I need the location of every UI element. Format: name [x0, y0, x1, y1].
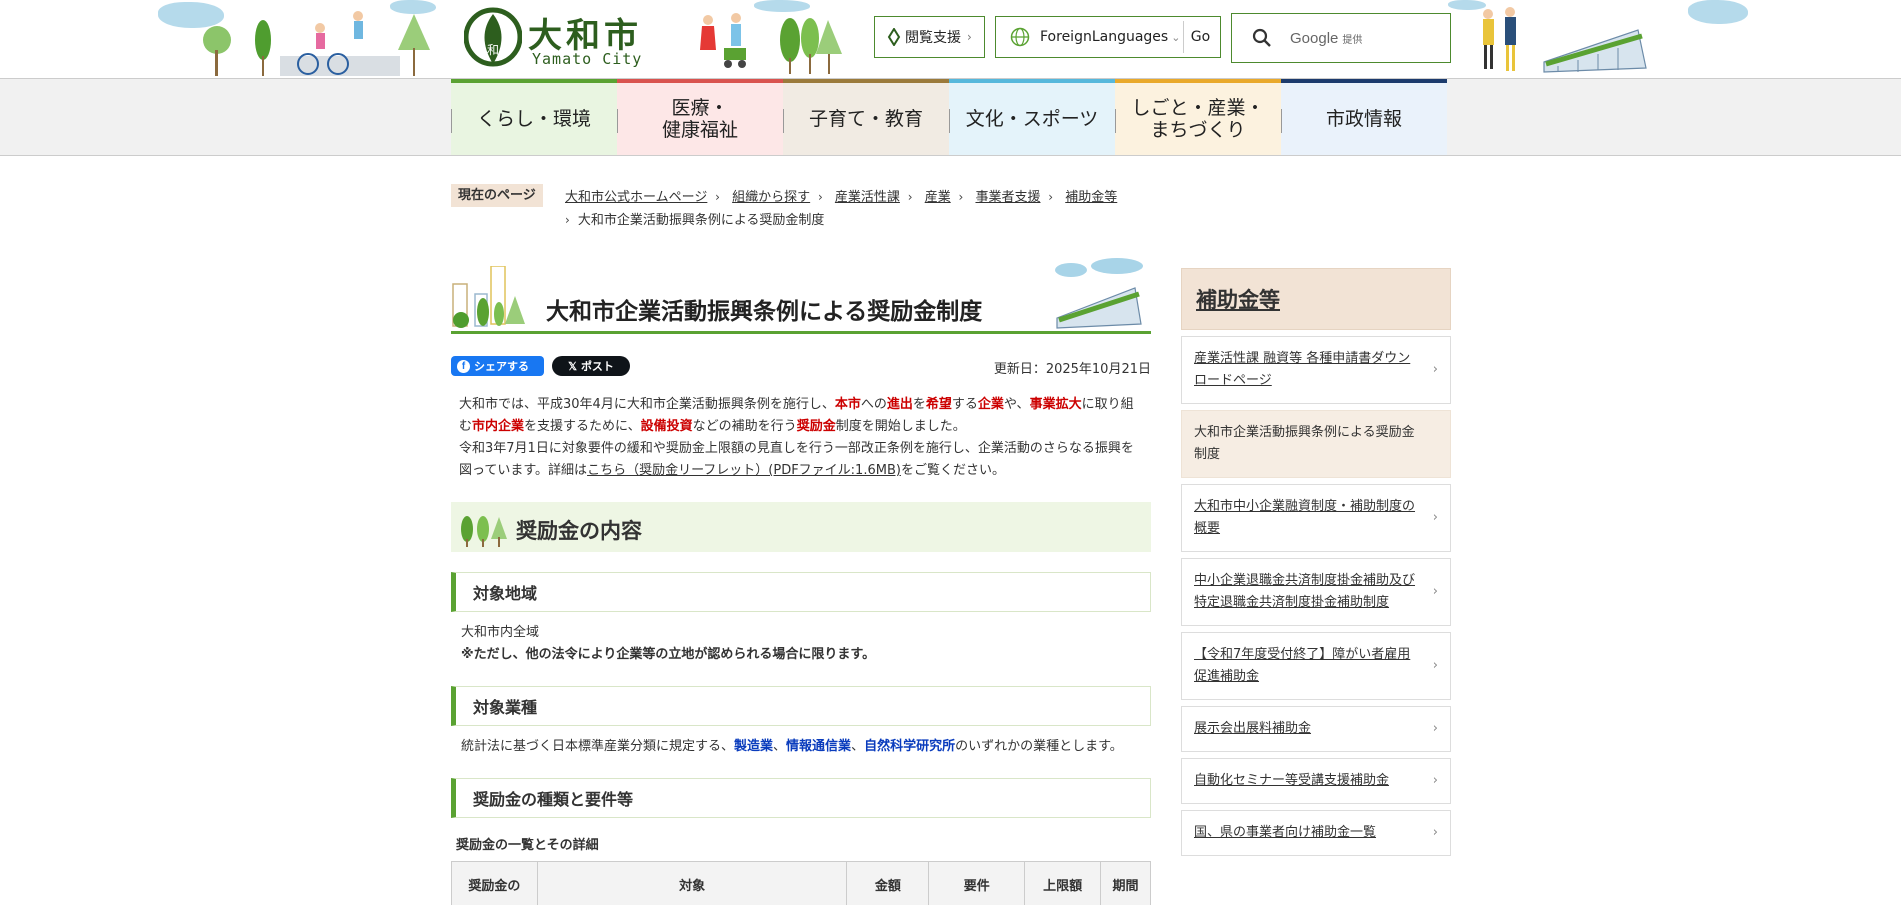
building-illustration — [1055, 258, 1143, 329]
reader-support-label: 閲覧支援 — [905, 30, 961, 46]
chevron-right-icon: › — [1432, 510, 1438, 525]
updated-date: 更新日：2025年10月21日 — [993, 362, 1151, 377]
sidebar: 補助金等 産業活性課 融資等 各種申請書ダウンロードページ › 大和市企業活動振興… — [1181, 268, 1451, 856]
chevron-down-icon: ⌄ — [1171, 31, 1181, 44]
town-illustration — [452, 266, 525, 328]
svg-text:和: 和 — [487, 43, 499, 57]
search-icon — [1252, 28, 1271, 47]
language-go-button[interactable]: Go — [1183, 21, 1217, 53]
page-title-block: 大和市企業活動振興条例による奨励金制度 — [451, 258, 1151, 334]
area-text: 大和市内全域 ※ただし、他の法令により企業等の立地が認められる場合に限ります。 — [461, 625, 876, 662]
table-header: 奨励金の — [451, 861, 538, 905]
table-caption: 奨励金の一覧とその詳細 — [456, 838, 599, 853]
tree-illustration — [780, 18, 842, 74]
table-header: 要件 — [928, 861, 1026, 905]
nav-item-childcare-education[interactable]: 子育て・教育 — [783, 79, 949, 155]
chevron-right-icon: › — [1432, 658, 1438, 673]
table-header-row: 奨励金の 対象 金額 要件 上限額 期間 — [451, 861, 1151, 905]
breadcrumb-link[interactable]: 組織から探す — [732, 190, 810, 205]
nav-item-city-info[interactable]: 市政情報 — [1281, 79, 1447, 155]
yamato-emblem-icon: 和 — [464, 7, 522, 67]
breadcrumb-current: 大和市企業活動振興条例による奨励金制度 — [577, 213, 825, 228]
facebook-icon: f — [457, 359, 470, 373]
language-select[interactable]: ForeignLanguages ⌄ — [1040, 29, 1180, 45]
breadcrumb-link[interactable]: 事業者支援 — [975, 190, 1040, 205]
global-navigation: くらし・環境 医療・ 健康福祉 子育て・教育 文化・スポーツ しごと・産業・ ま… — [0, 78, 1901, 156]
reader-support-button[interactable]: 閲覧支援 › — [874, 16, 985, 58]
table-header: 上限額 — [1024, 861, 1102, 905]
main-content: 大和市企業活動振興条例による奨励金制度 f シェアする 𝕏 ポスト 更新日：2025… — [451, 258, 1151, 905]
sidebar-item-retirement-aid[interactable]: 中小企業退職金共済制度掛金補助及び特定退職金共済制度掛金補助制度 › — [1181, 558, 1451, 626]
section-heading-area: 対象地域 — [451, 572, 1151, 612]
chevron-right-icon: › — [1432, 721, 1438, 736]
sidebar-item-downloads[interactable]: 産業活性課 融資等 各種申請書ダウンロードページ › — [1181, 336, 1451, 404]
sidebar-item-national-grants[interactable]: 国、県の事業者向け補助金一覧 › — [1181, 810, 1451, 856]
table-header: 対象 — [536, 861, 848, 905]
chevron-right-icon: › — [565, 213, 570, 227]
section-heading-industry: 対象業種 — [451, 686, 1151, 726]
breadcrumb-link[interactable]: 大和市公式ホームページ — [565, 190, 707, 205]
tree-illustration — [203, 26, 231, 76]
facebook-share-button[interactable]: f シェアする — [451, 356, 544, 376]
tree-illustration — [255, 20, 271, 76]
couple-illustration — [1483, 7, 1516, 71]
chevron-right-icon: › — [711, 190, 720, 204]
chevron-right-icon: › — [1432, 362, 1438, 377]
chevron-right-icon: › — [1432, 825, 1438, 840]
share-row: f シェアする 𝕏 ポスト 更新日：2025年10月21日 — [451, 356, 1151, 394]
breadcrumb-link[interactable]: 産業活性課 — [835, 190, 900, 205]
tree-illustration — [398, 14, 430, 76]
chevron-right-icon: › — [1432, 584, 1438, 599]
site-header: 和 大和市 Yamato City 閲覧支援 › ForeignLanguage… — [0, 0, 1901, 78]
language-selector[interactable]: ForeignLanguages ⌄ Go — [995, 16, 1221, 58]
section-heading-content: 奨励金の内容 — [451, 502, 1151, 552]
sidebar-heading-link[interactable]: 補助金等 — [1196, 284, 1280, 314]
section-heading-types: 奨励金の種類と要件等 — [451, 778, 1151, 818]
logo-text-en: Yamato City — [532, 50, 643, 68]
city-logo[interactable]: 和 大和市 Yamato City — [464, 4, 654, 72]
nav-item-culture-sports[interactable]: 文化・スポーツ — [949, 79, 1115, 155]
industry-text: 統計法に基づく日本標準産業分類に規定する、製造業、情報通信業、自然科学研究所のい… — [461, 739, 1123, 754]
site-search[interactable]: Google 提供 — [1231, 13, 1451, 63]
cloud-illustration — [1688, 0, 1748, 24]
chevron-right-icon: › — [1432, 773, 1438, 788]
table-header: 期間 — [1100, 861, 1151, 905]
page-title: 大和市企業活動振興条例による奨励金制度 — [546, 299, 983, 325]
reading-support-icon — [887, 28, 901, 46]
breadcrumb-current-label: 現在のページ — [451, 184, 543, 207]
chevron-right-icon: › — [954, 190, 964, 204]
sidebar-item-automation-seminar[interactable]: 自動化セミナー等受講支援補助金 › — [1181, 758, 1451, 804]
breadcrumb-link[interactable]: 産業 — [925, 190, 951, 205]
search-provider-note: 提供 — [1342, 34, 1363, 46]
cloud-illustration — [1448, 0, 1486, 10]
chevron-right-icon: › — [1044, 190, 1054, 204]
sidebar-heading: 補助金等 — [1181, 268, 1451, 330]
sidebar-item-disability-employment[interactable]: 【令和7年度受付終了】障がい者雇用促進補助金 › — [1181, 632, 1451, 700]
x-icon: 𝕏 — [568, 360, 577, 373]
sidebar-item-exhibition[interactable]: 展示会出展料補助金 › — [1181, 706, 1451, 752]
globe-icon — [1010, 27, 1030, 47]
chevron-right-icon: › — [903, 190, 913, 204]
leaflet-pdf-link[interactable]: こちら（奨励金リーフレット）(PDFファイル:1.6MB) — [587, 463, 901, 478]
intro-paragraph: 大和市では、平成30年4月に大和市企業活動振興条例を施行し、本市への進出を希望す… — [459, 397, 1134, 478]
sidebar-item-loan-system[interactable]: 大和市中小企業融資制度・補助制度の概要 › — [1181, 484, 1451, 552]
cyclist-illustration — [280, 11, 400, 76]
family-illustration — [700, 13, 746, 68]
nav-item-living[interactable]: くらし・環境 — [451, 79, 617, 155]
x-post-button[interactable]: 𝕏 ポスト — [552, 356, 630, 376]
chevron-right-icon: › — [814, 190, 823, 204]
building-illustration — [1543, 29, 1647, 73]
incentive-table: 奨励金の 対象 金額 要件 上限額 期間 — [451, 861, 1151, 905]
cloud-illustration — [754, 0, 810, 12]
table-header: 金額 — [846, 861, 930, 905]
trees-icon — [461, 516, 507, 547]
sidebar-item-current: 大和市企業活動振興条例による奨励金制度 — [1181, 410, 1451, 478]
breadcrumb-link[interactable]: 補助金等 — [1065, 190, 1117, 205]
search-provider-brand: Google — [1290, 29, 1339, 47]
breadcrumb-trail: 大和市公式ホームページ › 組織から探す › 産業活性課 › 産業 › 事業者支… — [565, 186, 1185, 232]
chevron-right-icon: › — [967, 30, 972, 44]
nav-item-work-industry[interactable]: しごと・産業・ まちづくり — [1115, 79, 1281, 155]
nav-item-health-welfare[interactable]: 医療・ 健康福祉 — [617, 79, 783, 155]
